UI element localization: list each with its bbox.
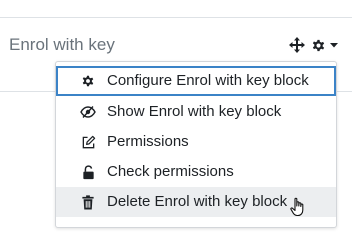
gear-icon — [311, 38, 326, 53]
gear-icon — [80, 73, 96, 89]
menu-item-check-permissions[interactable]: Check permissions — [56, 157, 336, 187]
menu-item-permissions[interactable]: Permissions — [56, 127, 336, 157]
menu-item-label: Configure Enrol with key block — [107, 72, 309, 89]
menu-item-label: Permissions — [107, 133, 189, 150]
unlock-icon — [80, 164, 96, 180]
hand-pointer-cursor-icon — [290, 197, 308, 217]
trash-icon — [80, 194, 96, 210]
caret-down-icon — [330, 42, 338, 48]
menu-item-configure[interactable]: Configure Enrol with key block — [56, 66, 336, 96]
eye-slash-icon — [80, 104, 96, 120]
menu-item-show[interactable]: Show Enrol with key block — [56, 97, 336, 127]
menu-item-label: Show Enrol with key block — [107, 103, 282, 120]
move-arrows-icon[interactable] — [289, 37, 305, 53]
menu-item-label: Delete Enrol with key block — [107, 193, 288, 210]
block-title: Enrol with key — [9, 35, 115, 54]
actions-menu-toggle[interactable] — [311, 38, 338, 53]
edit-icon — [80, 134, 96, 150]
menu-item-label: Check permissions — [107, 163, 234, 180]
block-controls — [289, 35, 338, 55]
